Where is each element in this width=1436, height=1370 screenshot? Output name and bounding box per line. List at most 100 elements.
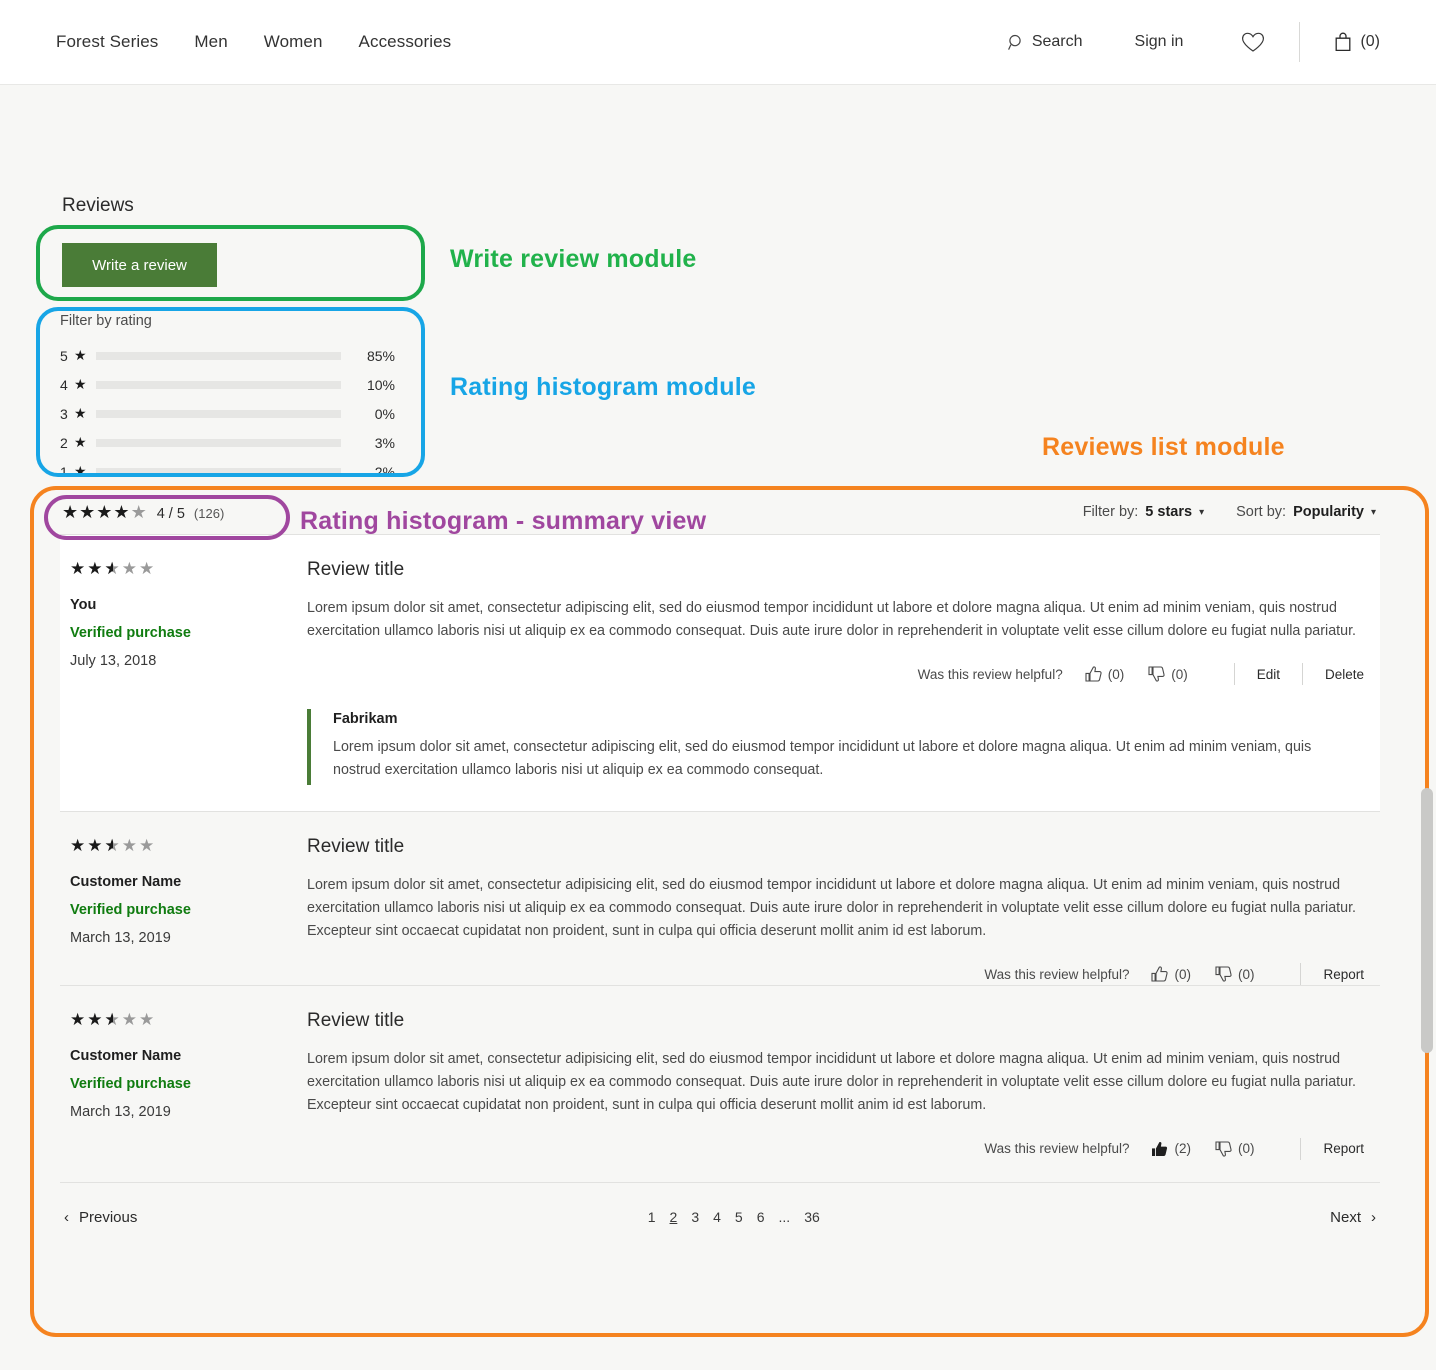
reviews-list-module: ★★★★★ 4 / 5 (126) Filter by: 5 stars ▾ S… (60, 490, 1380, 1226)
star-icon: ★ (74, 376, 87, 392)
chevron-down-icon: ▾ (1199, 506, 1205, 518)
star-icon-empty: ★ (121, 1010, 139, 1030)
filter-by-dropdown[interactable]: Filter by: 5 stars ▾ (1083, 504, 1204, 520)
thumbs-up-icon (1151, 966, 1169, 982)
thumbs-up-icon (1151, 1141, 1168, 1157)
search-icon (1007, 34, 1025, 51)
sign-in-button[interactable]: Sign in (1135, 33, 1184, 51)
star-icon-empty: ★ (139, 835, 157, 855)
review-action-delete[interactable]: Delete (1325, 667, 1364, 682)
nav-link-accessories[interactable]: Accessories (359, 32, 452, 52)
sort-by-dropdown[interactable]: Sort by: Popularity ▾ (1236, 504, 1376, 520)
histogram-bar-track (96, 438, 341, 447)
star-icon-empty: ★ (121, 559, 139, 578)
thumbs-up-button[interactable]: (0) (1151, 966, 1191, 982)
page-title: Reviews (62, 195, 134, 216)
star-icon-half: ★★ (104, 1010, 122, 1030)
histogram-bar-track (96, 380, 341, 389)
thumbs-down-button[interactable]: (0) (1215, 966, 1254, 982)
star-icon: ★ (74, 347, 87, 363)
histogram-row-percent: 3% (374, 434, 395, 451)
page-number-3[interactable]: 3 (691, 1209, 699, 1225)
page-number-4[interactable]: 4 (713, 1209, 721, 1225)
pagination-ellipsis: ... (778, 1209, 791, 1226)
thumbs-down-button[interactable]: (0) (1215, 1141, 1254, 1157)
review-content: Review title Lorem ipsum dolor sit amet, … (307, 835, 1378, 986)
star-icon-filled: ★ (70, 559, 88, 578)
histogram-row-2-star[interactable]: 2 ★ 3% (60, 428, 395, 457)
star-icon-filled: ★ (87, 559, 105, 578)
histogram-row-3-star[interactable]: 3 ★ 0% (60, 399, 395, 428)
star-icon-filled: ★ (70, 1010, 88, 1030)
thumbs-up-button[interactable]: (2) (1151, 1141, 1191, 1157)
nav-link-men[interactable]: Men (194, 32, 227, 52)
star-icon-empty: ★ (139, 559, 157, 578)
search-button[interactable]: Search (1007, 33, 1083, 51)
helpful-question: Was this review helpful? (917, 666, 1063, 682)
histogram-row-1-star[interactable]: 1 ★ 2% (60, 457, 395, 486)
filter-by-label: Filter by: (1082, 504, 1139, 520)
sort-by-value: Popularity (1293, 504, 1364, 520)
thumbs-down-count: (0) (1171, 666, 1188, 682)
page-number-list: 1 2 3 4 5 6... 36 (648, 1209, 820, 1225)
review-action-report[interactable]: Report (1323, 1141, 1364, 1156)
scrollbar-thumb[interactable] (1421, 788, 1433, 1053)
thumbs-down-icon (1148, 666, 1165, 682)
filter-by-rating-label: Filter by rating (60, 313, 152, 329)
review-item: ★★★★★★Customer NameVerified purchaseMarc… (60, 812, 1380, 987)
summary-score: 4 / 5 (156, 505, 185, 522)
review-text: Lorem ipsum dolor sit amet, consectetur … (307, 600, 1357, 640)
shopping-bag-icon (1334, 32, 1352, 52)
previous-label: Previous (79, 1208, 138, 1226)
action-separator (1301, 663, 1303, 686)
review-title: Review title (307, 559, 405, 580)
sign-in-label: Sign in (1134, 33, 1184, 50)
review-meta: ★★★★★★Customer NameVerified purchaseMarc… (62, 1010, 307, 1159)
filter-by-value: 5 stars (1145, 504, 1193, 520)
action-separator (1300, 963, 1302, 986)
star-icon-filled: ★ (96, 501, 114, 522)
write-a-review-button[interactable]: Write a review (62, 243, 217, 287)
verified-purchase-badge: Verified purchase (70, 625, 191, 641)
page-number-36[interactable]: 36 (804, 1209, 820, 1225)
histogram-row-4-star[interactable]: 4 ★ 10% (60, 370, 395, 399)
wishlist-button[interactable] (1241, 32, 1265, 53)
histogram-row-percent: 85% (366, 347, 395, 364)
page-number-5[interactable]: 5 (735, 1209, 743, 1225)
thumbs-up-button[interactable]: (0) (1085, 666, 1125, 682)
thumbs-up-count: (0) (1107, 666, 1125, 682)
histogram-bar-track (96, 467, 341, 476)
thumbs-down-button[interactable]: (0) (1148, 666, 1188, 682)
star-icon-filled: ★ (79, 501, 97, 522)
review-helpful-row: Was this review helpful? (0) (0) Report (307, 963, 1364, 986)
nav-divider (1299, 22, 1301, 62)
review-action-edit[interactable]: Edit (1257, 667, 1280, 682)
histogram-row-5-star[interactable]: 5 ★ 85% (60, 341, 395, 370)
heart-icon (1241, 32, 1265, 53)
nav-link-women[interactable]: Women (264, 32, 323, 52)
summary-star-rating: ★★★★★ (62, 502, 148, 523)
review-helpful-row: Was this review helpful? (2) (0) Report (307, 1137, 1364, 1160)
review-date: March 13, 2019 (70, 1104, 171, 1121)
star-icon: ★ (74, 434, 87, 450)
review-star-rating: ★★★★★★ (70, 559, 307, 579)
page-scrollbar[interactable] (1421, 173, 1433, 1370)
star-icon-empty: ★ (139, 1010, 157, 1030)
page-number-1[interactable]: 1 (648, 1209, 656, 1225)
previous-page-button[interactable]: ‹ Previous (64, 1209, 137, 1226)
helpful-question: Was this review helpful? (984, 1141, 1130, 1157)
sort-by-label: Sort by: (1236, 504, 1287, 520)
review-action-report[interactable]: Report (1323, 967, 1364, 982)
review-text: Lorem ipsum dolor sit amet, consectetur … (307, 876, 1357, 939)
review-title: Review title (307, 835, 405, 857)
summary-review-count: (126) (193, 505, 225, 521)
chevron-left-icon: ‹ (64, 1208, 69, 1226)
page-number-2[interactable]: 2 (670, 1209, 678, 1225)
histogram-row-percent: 10% (366, 376, 395, 393)
histogram-row-rating: 3 (60, 405, 68, 422)
next-page-button[interactable]: Next › (1330, 1209, 1376, 1226)
nav-link-forest-series[interactable]: Forest Series (56, 32, 158, 52)
shopping-bag-button[interactable]: (0) (1334, 32, 1380, 52)
review-item: ★★★★★★Customer NameVerified purchaseMarc… (60, 986, 1380, 1160)
page-number-6[interactable]: 6 (757, 1209, 765, 1225)
